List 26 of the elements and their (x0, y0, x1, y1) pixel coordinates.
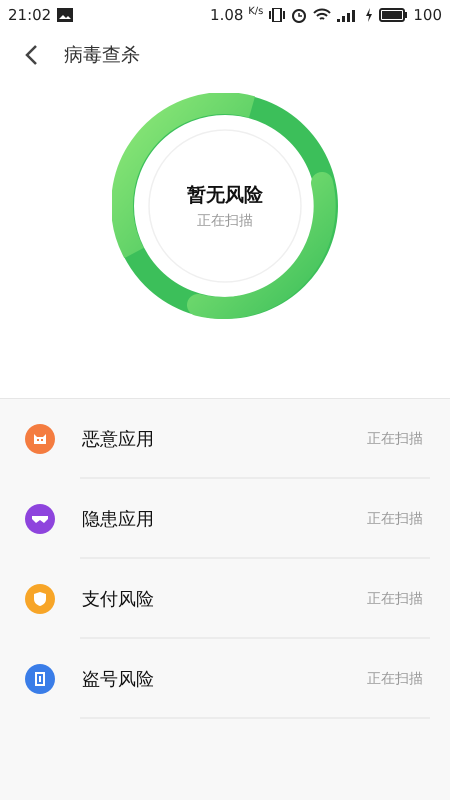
category-status: 正在扫描 (367, 510, 423, 528)
robot-icon (32, 434, 46, 444)
page-title: 病毒查杀 (64, 43, 140, 68)
network-speed: 1.08 $^{K/s}$ (210, 6, 264, 24)
phone-icon (34, 672, 44, 686)
clock-time: 21:02 (8, 6, 52, 24)
scan-result: 暂无风险 (187, 183, 263, 208)
battery-level: 100 (413, 6, 442, 24)
category-status: 正在扫描 (367, 430, 423, 448)
mask-icon (32, 515, 48, 523)
back-icon (24, 44, 38, 66)
image-notification-icon (57, 8, 74, 22)
vibrate-icon (269, 8, 286, 22)
shield-icon (34, 592, 46, 606)
category-label: 支付风险 (82, 588, 155, 611)
category-label: 恶意应用 (82, 428, 155, 451)
battery-icon (379, 8, 408, 22)
category-status: 正在扫描 (367, 590, 423, 608)
back-button[interactable] (24, 44, 38, 66)
category-status: 正在扫描 (367, 670, 423, 688)
wifi-icon (313, 8, 332, 22)
category-label: 隐患应用 (82, 508, 155, 531)
scan-status: 正在扫描 (197, 212, 253, 230)
alarm-icon (291, 7, 308, 23)
charging-icon (365, 8, 374, 22)
category-label: 盗号风险 (82, 668, 155, 691)
